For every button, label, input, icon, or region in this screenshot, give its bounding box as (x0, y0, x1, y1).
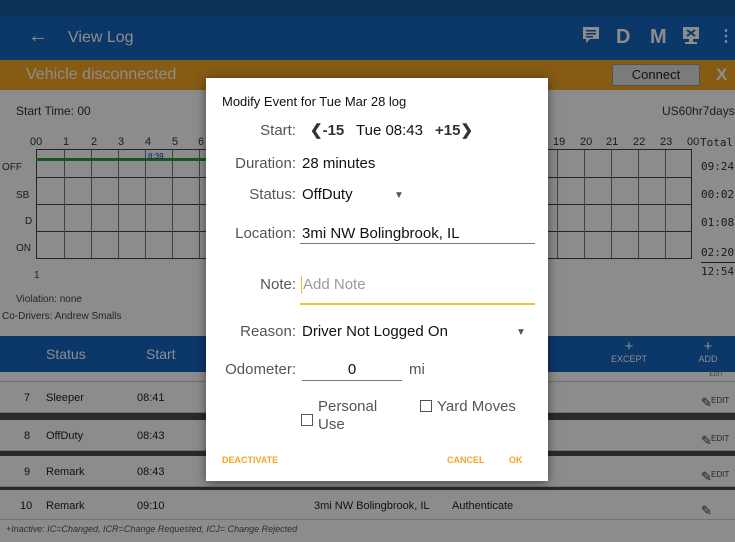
ok-button[interactable]: OK (509, 455, 523, 465)
location-label: Location: (235, 225, 296, 242)
odometer-underline (302, 380, 402, 381)
minus-15-button[interactable]: ❮-15 (310, 121, 344, 139)
modify-event-dialog: Modify Event for Tue Mar 28 log Start: ❮… (206, 78, 548, 481)
personal-use-label: Personal Use (318, 398, 378, 433)
cancel-button[interactable]: CANCEL (447, 455, 485, 465)
text-cursor (301, 276, 302, 294)
note-input[interactable]: Add Note (303, 276, 366, 293)
status-dropdown[interactable]: OffDuty ▼ (302, 184, 412, 206)
start-value: Tue 08:43 (356, 122, 423, 139)
note-underline (300, 303, 535, 305)
start-label: Start: (260, 122, 296, 139)
note-label: Note: (260, 276, 296, 293)
reason-dropdown[interactable]: Driver Not Logged On ▼ (302, 321, 532, 343)
yard-moves-checkbox[interactable] (420, 400, 432, 412)
odometer-unit: mi (409, 361, 425, 378)
yard-moves-label: Yard Moves (437, 398, 516, 415)
plus-15-button[interactable]: +15❯ (435, 121, 473, 139)
personal-use-checkbox[interactable] (301, 414, 313, 426)
dialog-title: Modify Event for Tue Mar 28 log (222, 94, 407, 109)
reason-label: Reason: (240, 323, 296, 340)
odometer-label: Odometer: (225, 361, 296, 378)
location-input[interactable]: 3mi NW Bolingbrook, IL (302, 225, 460, 242)
duration-label: Duration: (235, 155, 296, 172)
dropdown-arrow-icon: ▼ (394, 190, 404, 201)
status-label: Status: (249, 186, 296, 203)
dropdown-arrow-icon: ▼ (516, 327, 526, 338)
odometer-input[interactable]: 0 (302, 361, 402, 378)
duration-value: 28 minutes (302, 155, 376, 172)
location-underline (300, 243, 535, 244)
deactivate-button[interactable]: DEACTIVATE (222, 455, 278, 465)
